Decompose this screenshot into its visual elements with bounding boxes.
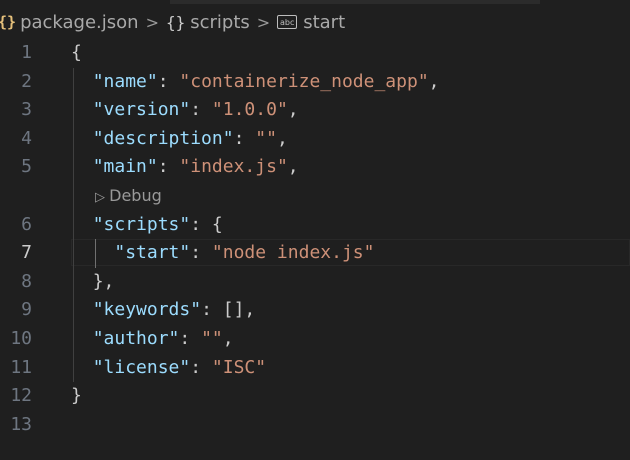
code-line[interactable]: 10 "author": "", xyxy=(0,325,630,354)
codelens-debug[interactable]: ▷ Debug xyxy=(0,182,630,211)
json-punctuation: : xyxy=(190,242,212,264)
code-line[interactable]: 5 "main": "index.js", xyxy=(0,153,630,182)
line-code: { xyxy=(71,39,82,68)
object-icon: {} xyxy=(165,12,186,32)
code-editor[interactable]: 1{2 "name": "containerize_node_app", 3 "v… xyxy=(0,39,630,439)
json-key: "license" xyxy=(92,356,191,378)
line-number: 4 xyxy=(21,127,32,149)
json-key: "start" xyxy=(114,242,191,264)
json-key: "description" xyxy=(92,127,234,149)
json-key: "author" xyxy=(92,327,180,349)
json-punctuation: , xyxy=(276,127,288,149)
code-line[interactable]: 3 "version": "1.0.0", xyxy=(0,96,630,125)
line-code: "scripts": { xyxy=(71,211,223,240)
line-code: } xyxy=(71,382,82,411)
breadcrumb: {} package.json > {} scripts > abc start xyxy=(0,8,630,36)
json-punctuation: : xyxy=(157,156,180,178)
json-key: "main" xyxy=(92,156,158,178)
breadcrumb-file[interactable]: package.json xyxy=(20,12,139,33)
json-punctuation: , xyxy=(222,327,234,349)
line-number: 3 xyxy=(21,99,32,121)
json-string: "containerize_node_app" xyxy=(179,70,429,92)
json-string: "" xyxy=(255,127,277,149)
code-line[interactable]: 8 }, xyxy=(0,268,630,297)
json-string: "node index.js" xyxy=(211,242,375,264)
json-punctuation: : xyxy=(190,99,212,121)
breadcrumb-segment-scripts[interactable]: scripts xyxy=(190,12,250,33)
line-code: }, xyxy=(71,268,115,297)
json-string: "index.js" xyxy=(179,156,288,178)
tab-strip-segment xyxy=(170,0,540,4)
codelens-debug-label[interactable]: Debug xyxy=(109,186,162,205)
line-code: "author": "", xyxy=(71,325,234,354)
json-key: "version" xyxy=(92,99,191,121)
json-punctuation: , xyxy=(428,70,440,92)
json-punctuation: : xyxy=(190,356,212,378)
line-number: 6 xyxy=(21,213,32,235)
json-key: "name" xyxy=(92,70,158,92)
breadcrumb-segment-start[interactable]: start xyxy=(303,12,345,33)
json-punctuation: : xyxy=(179,327,202,349)
line-code: "description": "", xyxy=(71,125,288,154)
tab-bar-strip xyxy=(0,0,630,6)
line-number: 12 xyxy=(10,385,32,407)
line-number: 1 xyxy=(21,42,32,63)
code-line[interactable]: 2 "name": "containerize_node_app", xyxy=(0,68,630,97)
line-code: "license": "ISC" xyxy=(71,354,266,383)
line-code: "start": "node index.js" xyxy=(71,239,374,268)
json-key: "scripts" xyxy=(92,213,191,235)
json-key: "keywords" xyxy=(92,299,202,321)
json-punctuation: : { xyxy=(190,213,223,235)
line-number: 11 xyxy=(10,356,32,378)
json-punctuation: : xyxy=(233,127,256,149)
json-string: "1.0.0" xyxy=(211,99,288,121)
json-punctuation: }, xyxy=(92,270,115,292)
code-line[interactable]: 9 "keywords": [], xyxy=(0,296,630,325)
code-line[interactable]: 1{ xyxy=(0,39,630,68)
code-line[interactable]: 12} xyxy=(0,382,630,411)
json-punctuation: , xyxy=(287,99,299,121)
json-string: "" xyxy=(201,327,223,349)
json-punctuation: } xyxy=(71,385,82,407)
json-file-icon: {} xyxy=(0,13,17,31)
line-code: "main": "index.js", xyxy=(71,153,299,182)
line-number: 10 xyxy=(10,327,32,349)
indent-guide xyxy=(73,67,74,383)
line-number: 8 xyxy=(21,270,32,292)
string-icon: abc xyxy=(277,15,298,29)
line-number: 5 xyxy=(21,156,32,178)
line-number: 9 xyxy=(21,299,32,321)
json-punctuation: , xyxy=(287,156,299,178)
line-number: 13 xyxy=(10,413,32,435)
line-code: "name": "containerize_node_app", xyxy=(71,68,440,97)
json-punctuation: : xyxy=(157,70,180,92)
chevron-right-icon: > xyxy=(256,12,271,32)
code-line[interactable]: 11 "license": "ISC" xyxy=(0,354,630,383)
line-code: "keywords": [], xyxy=(71,296,256,325)
json-string: "ISC" xyxy=(211,356,267,378)
line-number: 7 xyxy=(21,242,32,264)
chevron-right-icon: > xyxy=(145,12,159,32)
code-line[interactable]: 4 "description": "", xyxy=(0,125,630,154)
play-icon: ▷ xyxy=(95,189,110,205)
code-line[interactable]: 13 xyxy=(0,411,630,440)
json-punctuation: { xyxy=(71,42,82,63)
json-punctuation: : [], xyxy=(201,299,256,321)
line-code: "version": "1.0.0", xyxy=(71,96,299,125)
code-line[interactable]: 6 "scripts": { xyxy=(0,211,630,240)
indent-guide-active xyxy=(95,239,96,268)
line-number: 2 xyxy=(21,70,32,92)
